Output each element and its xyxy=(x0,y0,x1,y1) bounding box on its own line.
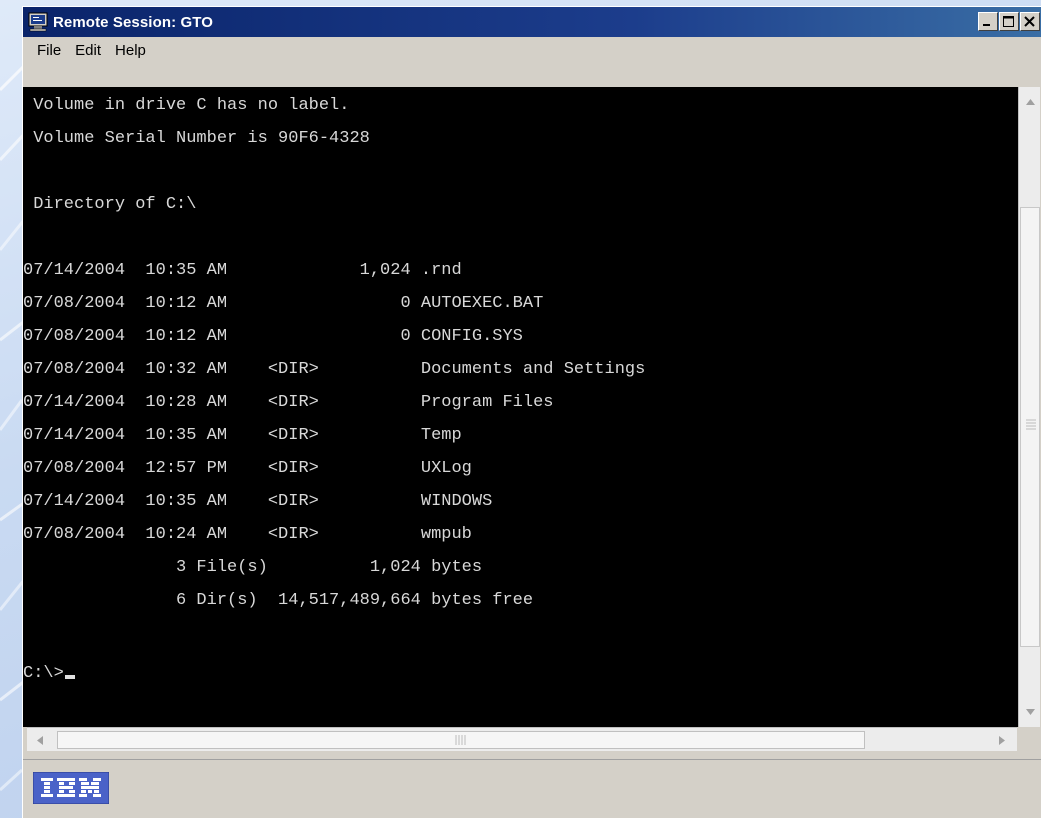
menu-file[interactable]: File xyxy=(37,42,61,59)
title-bar[interactable]: Remote Session: GTO xyxy=(23,7,1041,37)
console-line: 07/14/2004 10:28 AM <DIR> Program Files xyxy=(23,393,554,412)
close-icon xyxy=(1024,16,1035,27)
prompt-text: C:\> xyxy=(23,664,64,683)
horizontal-scroll-thumb[interactable] xyxy=(57,731,865,749)
grip-icon xyxy=(455,735,466,745)
maximize-icon xyxy=(1003,16,1014,27)
text-cursor xyxy=(64,675,75,679)
console-line: 07/08/2004 12:57 PM <DIR> UXLog xyxy=(23,459,472,478)
console-line: 07/08/2004 10:32 AM <DIR> Documents and … xyxy=(23,360,646,379)
close-button[interactable] xyxy=(1020,12,1040,31)
console-line: 07/08/2004 10:12 AM 0 CONFIG.SYS xyxy=(23,327,523,346)
remote-session-icon xyxy=(28,12,48,32)
grip-icon xyxy=(1026,419,1036,430)
console-line: 07/08/2004 10:24 AM <DIR> wmpub xyxy=(23,525,472,544)
scroll-up-button[interactable] xyxy=(1019,91,1041,113)
console-line: 07/08/2004 10:12 AM 0 AUTOEXEC.BAT xyxy=(23,294,544,313)
console-line: Volume in drive C has no label. xyxy=(23,96,350,115)
vertical-scrollbar[interactable] xyxy=(1018,87,1040,727)
vertical-scroll-thumb[interactable] xyxy=(1020,207,1040,647)
scroll-right-button[interactable] xyxy=(991,728,1013,752)
console-line: Directory of C:\ xyxy=(23,195,197,214)
scroll-left-button[interactable] xyxy=(29,728,51,752)
menu-edit[interactable]: Edit xyxy=(75,42,101,59)
status-bar xyxy=(23,759,1041,818)
chevron-right-icon xyxy=(999,735,1005,745)
chevron-left-icon xyxy=(37,735,43,745)
chevron-down-icon xyxy=(1025,709,1035,715)
minimize-button[interactable] xyxy=(978,12,998,31)
console-line: 07/14/2004 10:35 AM <DIR> Temp xyxy=(23,426,462,445)
console-output[interactable]: Volume in drive C has no label. Volume S… xyxy=(23,87,1018,727)
remote-session-window: Remote Session: GTO File Edit Help Volum… xyxy=(22,6,1041,818)
maximize-button[interactable] xyxy=(999,12,1019,31)
command-prompt[interactable]: C:\> xyxy=(23,657,75,690)
window-title: Remote Session: GTO xyxy=(53,13,213,31)
console-line: 07/14/2004 10:35 AM 1,024 .rnd xyxy=(23,261,462,280)
ibm-logo xyxy=(33,772,109,804)
console-line: Volume Serial Number is 90F6-4328 xyxy=(23,129,370,148)
menu-bar: File Edit Help xyxy=(23,37,1041,63)
horizontal-scrollbar[interactable] xyxy=(27,727,1017,751)
menu-help[interactable]: Help xyxy=(115,42,146,59)
scroll-down-button[interactable] xyxy=(1019,701,1041,723)
console-line: 07/14/2004 10:35 AM <DIR> WINDOWS xyxy=(23,492,493,511)
console-line: 6 Dir(s) 14,517,489,664 bytes free xyxy=(23,591,534,610)
minimize-icon xyxy=(983,24,990,26)
chevron-up-icon xyxy=(1025,99,1035,105)
console-line: 3 File(s) 1,024 bytes xyxy=(23,558,483,577)
